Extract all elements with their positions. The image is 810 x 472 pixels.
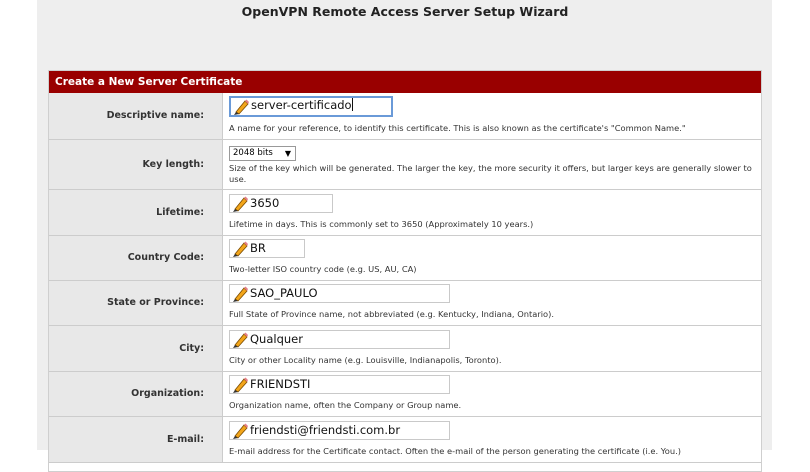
- country-code-label: Country Code:: [49, 235, 223, 281]
- pencil-icon: [233, 423, 248, 439]
- certificate-form: Descriptive name: server-certificado A n…: [49, 93, 761, 463]
- email-input[interactable]: friendsti@friendsti.com.br: [229, 420, 450, 440]
- key-length-help: Size of the key which will be generated.…: [229, 163, 752, 184]
- email-label: E-mail:: [49, 416, 223, 463]
- state-value: SAO_PAULO: [250, 286, 318, 300]
- key-length-label: Key length:: [49, 139, 223, 190]
- lifetime-value: 3650: [250, 195, 280, 210]
- email-value: friendsti@friendsti.com.br: [250, 422, 401, 437]
- country-code-help: Two-letter ISO country code (e.g. US, AU…: [229, 264, 417, 274]
- email-cell: friendsti@friendsti.com.br E-mail addres…: [222, 416, 761, 463]
- row-city: City: Qualquer City or other Locality na…: [49, 325, 761, 372]
- organization-cell: FRIENDSTI Organization name, often the C…: [222, 371, 761, 417]
- city-value: Qualquer: [250, 331, 303, 346]
- lifetime-cell: 3650 Lifetime in days. This is commonly …: [222, 189, 761, 236]
- server-certificate-panel: Create a New Server Certificate Descript…: [48, 70, 762, 472]
- organization-input[interactable]: FRIENDSTI: [229, 375, 450, 394]
- descriptive-name-value: server-certificado: [251, 98, 352, 113]
- text-caret: [351, 98, 353, 112]
- pencil-icon: [233, 196, 248, 212]
- row-lifetime: Lifetime: 3650 Lifetime in days. This is…: [49, 189, 761, 236]
- chevron-down-icon: ▼: [284, 149, 291, 158]
- city-label: City:: [49, 325, 223, 372]
- country-code-input[interactable]: BR: [229, 239, 305, 258]
- state-cell: SAO_PAULO Full State of Province name, n…: [222, 280, 761, 326]
- pencil-icon: [233, 332, 248, 348]
- organization-label: Organization:: [49, 371, 223, 417]
- pencil-icon: [233, 241, 248, 257]
- page-title: OpenVPN Remote Access Server Setup Wizar…: [241, 4, 569, 19]
- pencil-icon: [234, 99, 249, 116]
- city-input[interactable]: Qualquer: [229, 329, 450, 349]
- panel-header: Create a New Server Certificate: [49, 71, 761, 93]
- state-help: Full State of Province name, not abbrevi…: [229, 309, 554, 319]
- descriptive-name-input[interactable]: server-certificado: [229, 96, 393, 118]
- city-help: City or other Locality name (e.g. Louisv…: [229, 354, 502, 365]
- descriptive-name-label: Descriptive name:: [49, 93, 223, 140]
- lifetime-input[interactable]: 3650: [229, 193, 333, 213]
- state-input[interactable]: SAO_PAULO: [229, 284, 450, 303]
- key-length-selected: 2048 bits: [233, 148, 273, 158]
- organization-value: FRIENDSTI: [250, 377, 311, 391]
- pencil-icon: [233, 286, 248, 302]
- descriptive-name-help: A name for your reference, to identify t…: [229, 123, 686, 134]
- pencil-icon: [233, 377, 248, 393]
- key-length-select[interactable]: 2048 bits ▼: [229, 146, 296, 161]
- country-code-value: BR: [250, 241, 266, 255]
- organization-help: Organization name, often the Company or …: [229, 400, 462, 410]
- descriptive-name-cell: server-certificado A name for your refer…: [222, 93, 761, 140]
- city-cell: Qualquer City or other Locality name (e.…: [222, 325, 761, 372]
- row-country-code: Country Code: BR Two-letter ISO country …: [49, 235, 761, 281]
- state-label: State or Province:: [49, 280, 223, 326]
- row-descriptive-name: Descriptive name: server-certificado A n…: [49, 93, 761, 140]
- key-length-cell: 2048 bits ▼ Size of the key which will b…: [222, 139, 761, 190]
- row-email: E-mail: friendsti@friendsti.com.br E-mai…: [49, 416, 761, 463]
- row-key-length: Key length: 2048 bits ▼ Size of the key …: [49, 139, 761, 190]
- country-code-cell: BR Two-letter ISO country code (e.g. US,…: [222, 235, 761, 281]
- email-help: E-mail address for the Certificate conta…: [229, 445, 681, 456]
- row-state: State or Province: SAO_PAULO Full State …: [49, 280, 761, 326]
- lifetime-help: Lifetime in days. This is commonly set t…: [229, 218, 534, 229]
- lifetime-label: Lifetime:: [49, 189, 223, 236]
- row-organization: Organization: FRIENDSTI Organization nam…: [49, 371, 761, 417]
